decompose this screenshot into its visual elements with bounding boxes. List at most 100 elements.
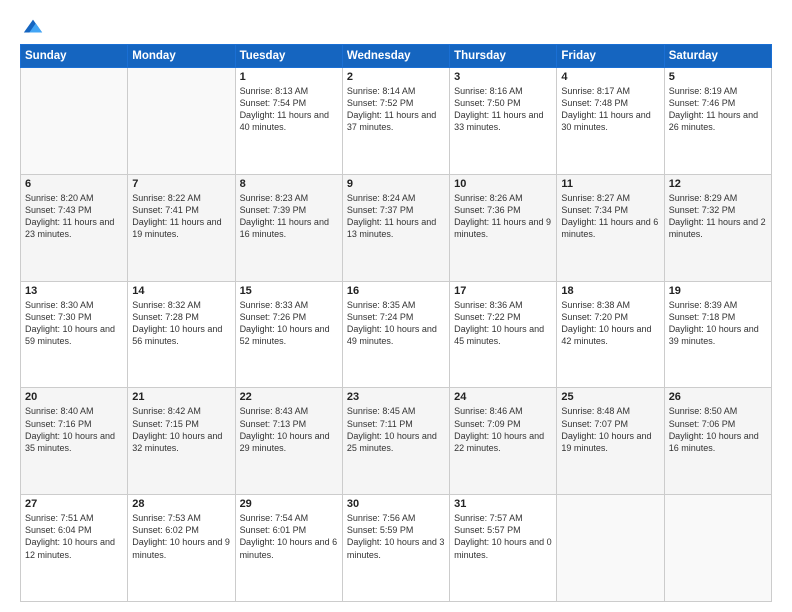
day-info: Sunrise: 8:32 AM Sunset: 7:28 PM Dayligh…: [132, 299, 230, 348]
day-info: Sunrise: 8:13 AM Sunset: 7:54 PM Dayligh…: [240, 85, 338, 134]
day-number: 9: [347, 178, 445, 190]
calendar-cell: 22Sunrise: 8:43 AM Sunset: 7:13 PM Dayli…: [235, 388, 342, 495]
calendar-cell: 12Sunrise: 8:29 AM Sunset: 7:32 PM Dayli…: [664, 174, 771, 281]
day-info: Sunrise: 8:20 AM Sunset: 7:43 PM Dayligh…: [25, 192, 123, 241]
calendar-cell: 10 Sunrise: 8:26 AM Sunset: 7:36 PM Dayli…: [450, 174, 557, 281]
calendar-cell: 28 Sunrise: 7:53 AM Sunset: 6:02 PM Dayli…: [128, 495, 235, 602]
calendar-cell: 13 Sunrise: 8:30 AM Sunset: 7:30 PM Dayli…: [21, 281, 128, 388]
day-info: Sunrise: 8:39 AM Sunset: 7:18 PM Dayligh…: [669, 299, 767, 348]
day-number: 17: [454, 285, 552, 297]
day-info: Sunrise: 8:46 AM Sunset: 7:09 PM Dayligh…: [454, 405, 552, 454]
day-number: 25: [561, 391, 659, 403]
calendar-cell: 21 Sunrise: 8:42 AM Sunset: 7:15 PM Dayli…: [128, 388, 235, 495]
calendar-table: SundayMondayTuesdayWednesdayThursdayFrid…: [20, 44, 772, 602]
calendar-week-3: 13 Sunrise: 8:30 AM Sunset: 7:30 PM Dayli…: [21, 281, 772, 388]
day-number: 16: [347, 285, 445, 297]
day-number: 28: [132, 498, 230, 510]
calendar-cell: 29 Sunrise: 7:54 AM Sunset: 6:01 PM Dayli…: [235, 495, 342, 602]
day-number: 7: [132, 178, 230, 190]
calendar-cell: 24 Sunrise: 8:46 AM Sunset: 7:09 PM Dayli…: [450, 388, 557, 495]
calendar-cell: 30 Sunrise: 7:56 AM Sunset: 5:59 PM Dayli…: [342, 495, 449, 602]
day-number: 11: [561, 178, 659, 190]
calendar-cell: 19 Sunrise: 8:39 AM Sunset: 7:18 PM Dayli…: [664, 281, 771, 388]
calendar-cell: 11 Sunrise: 8:27 AM Sunset: 7:34 PM Dayli…: [557, 174, 664, 281]
calendar-week-4: 20Sunrise: 8:40 AM Sunset: 7:16 PM Dayli…: [21, 388, 772, 495]
day-info: Sunrise: 8:42 AM Sunset: 7:15 PM Dayligh…: [132, 405, 230, 454]
day-info: Sunrise: 7:51 AM Sunset: 6:04 PM Dayligh…: [25, 512, 123, 561]
day-number: 20: [25, 391, 123, 403]
day-number: 24: [454, 391, 552, 403]
day-number: 14: [132, 285, 230, 297]
calendar-cell: 18 Sunrise: 8:38 AM Sunset: 7:20 PM Dayli…: [557, 281, 664, 388]
calendar-header-saturday: Saturday: [664, 45, 771, 68]
day-info: Sunrise: 8:33 AM Sunset: 7:26 PM Dayligh…: [240, 299, 338, 348]
day-info: Sunrise: 8:14 AM Sunset: 7:52 PM Dayligh…: [347, 85, 445, 134]
calendar-cell: 14 Sunrise: 8:32 AM Sunset: 7:28 PM Dayli…: [128, 281, 235, 388]
day-number: 26: [669, 391, 767, 403]
day-number: 23: [347, 391, 445, 403]
calendar-header-friday: Friday: [557, 45, 664, 68]
calendar-header-sunday: Sunday: [21, 45, 128, 68]
header: [20, 16, 772, 34]
day-number: 4: [561, 71, 659, 83]
day-info: Sunrise: 8:43 AM Sunset: 7:13 PM Dayligh…: [240, 405, 338, 454]
calendar-cell: 5 Sunrise: 8:19 AM Sunset: 7:46 PM Daylig…: [664, 68, 771, 175]
logo: [20, 16, 44, 34]
day-info: Sunrise: 8:23 AM Sunset: 7:39 PM Dayligh…: [240, 192, 338, 241]
day-number: 15: [240, 285, 338, 297]
calendar-cell: [557, 495, 664, 602]
page: SundayMondayTuesdayWednesdayThursdayFrid…: [0, 0, 792, 612]
day-info: Sunrise: 7:56 AM Sunset: 5:59 PM Dayligh…: [347, 512, 445, 561]
day-info: Sunrise: 8:38 AM Sunset: 7:20 PM Dayligh…: [561, 299, 659, 348]
calendar-cell: 1 Sunrise: 8:13 AM Sunset: 7:54 PM Daylig…: [235, 68, 342, 175]
calendar-cell: 20Sunrise: 8:40 AM Sunset: 7:16 PM Dayli…: [21, 388, 128, 495]
calendar-week-5: 27 Sunrise: 7:51 AM Sunset: 6:04 PM Dayli…: [21, 495, 772, 602]
day-info: Sunrise: 7:57 AM Sunset: 5:57 PM Dayligh…: [454, 512, 552, 561]
day-number: 19: [669, 285, 767, 297]
day-info: Sunrise: 7:54 AM Sunset: 6:01 PM Dayligh…: [240, 512, 338, 561]
day-number: 29: [240, 498, 338, 510]
calendar-cell: 16 Sunrise: 8:35 AM Sunset: 7:24 PM Dayli…: [342, 281, 449, 388]
calendar-cell: 4 Sunrise: 8:17 AM Sunset: 7:48 PM Daylig…: [557, 68, 664, 175]
day-info: Sunrise: 8:36 AM Sunset: 7:22 PM Dayligh…: [454, 299, 552, 348]
day-number: 21: [132, 391, 230, 403]
calendar-cell: 27 Sunrise: 7:51 AM Sunset: 6:04 PM Dayli…: [21, 495, 128, 602]
day-info: Sunrise: 8:27 AM Sunset: 7:34 PM Dayligh…: [561, 192, 659, 241]
calendar-week-1: 1 Sunrise: 8:13 AM Sunset: 7:54 PM Daylig…: [21, 68, 772, 175]
logo-icon: [22, 16, 44, 38]
day-number: 27: [25, 498, 123, 510]
calendar-week-2: 6 Sunrise: 8:20 AM Sunset: 7:43 PM Daylig…: [21, 174, 772, 281]
calendar-cell: [664, 495, 771, 602]
day-info: Sunrise: 8:30 AM Sunset: 7:30 PM Dayligh…: [25, 299, 123, 348]
day-info: Sunrise: 8:26 AM Sunset: 7:36 PM Dayligh…: [454, 192, 552, 241]
day-info: Sunrise: 8:50 AM Sunset: 7:06 PM Dayligh…: [669, 405, 767, 454]
calendar-cell: 7 Sunrise: 8:22 AM Sunset: 7:41 PM Daylig…: [128, 174, 235, 281]
day-number: 2: [347, 71, 445, 83]
calendar-cell: 2 Sunrise: 8:14 AM Sunset: 7:52 PM Daylig…: [342, 68, 449, 175]
day-info: Sunrise: 8:19 AM Sunset: 7:46 PM Dayligh…: [669, 85, 767, 134]
day-number: 18: [561, 285, 659, 297]
day-number: 6: [25, 178, 123, 190]
day-number: 10: [454, 178, 552, 190]
calendar-cell: [21, 68, 128, 175]
day-info: Sunrise: 8:48 AM Sunset: 7:07 PM Dayligh…: [561, 405, 659, 454]
calendar-cell: 6 Sunrise: 8:20 AM Sunset: 7:43 PM Daylig…: [21, 174, 128, 281]
calendar-cell: 26 Sunrise: 8:50 AM Sunset: 7:06 PM Dayli…: [664, 388, 771, 495]
day-info: Sunrise: 7:53 AM Sunset: 6:02 PM Dayligh…: [132, 512, 230, 561]
day-number: 1: [240, 71, 338, 83]
day-number: 30: [347, 498, 445, 510]
day-info: Sunrise: 8:22 AM Sunset: 7:41 PM Dayligh…: [132, 192, 230, 241]
calendar-cell: 3 Sunrise: 8:16 AM Sunset: 7:50 PM Daylig…: [450, 68, 557, 175]
calendar-cell: 23Sunrise: 8:45 AM Sunset: 7:11 PM Dayli…: [342, 388, 449, 495]
day-info: Sunrise: 8:29 AM Sunset: 7:32 PM Dayligh…: [669, 192, 767, 241]
day-info: Sunrise: 8:24 AM Sunset: 7:37 PM Dayligh…: [347, 192, 445, 241]
day-number: 13: [25, 285, 123, 297]
calendar-header-tuesday: Tuesday: [235, 45, 342, 68]
day-number: 3: [454, 71, 552, 83]
day-info: Sunrise: 8:16 AM Sunset: 7:50 PM Dayligh…: [454, 85, 552, 134]
calendar-header-monday: Monday: [128, 45, 235, 68]
day-info: Sunrise: 8:35 AM Sunset: 7:24 PM Dayligh…: [347, 299, 445, 348]
day-info: Sunrise: 8:17 AM Sunset: 7:48 PM Dayligh…: [561, 85, 659, 134]
calendar-cell: 17 Sunrise: 8:36 AM Sunset: 7:22 PM Dayli…: [450, 281, 557, 388]
day-number: 5: [669, 71, 767, 83]
